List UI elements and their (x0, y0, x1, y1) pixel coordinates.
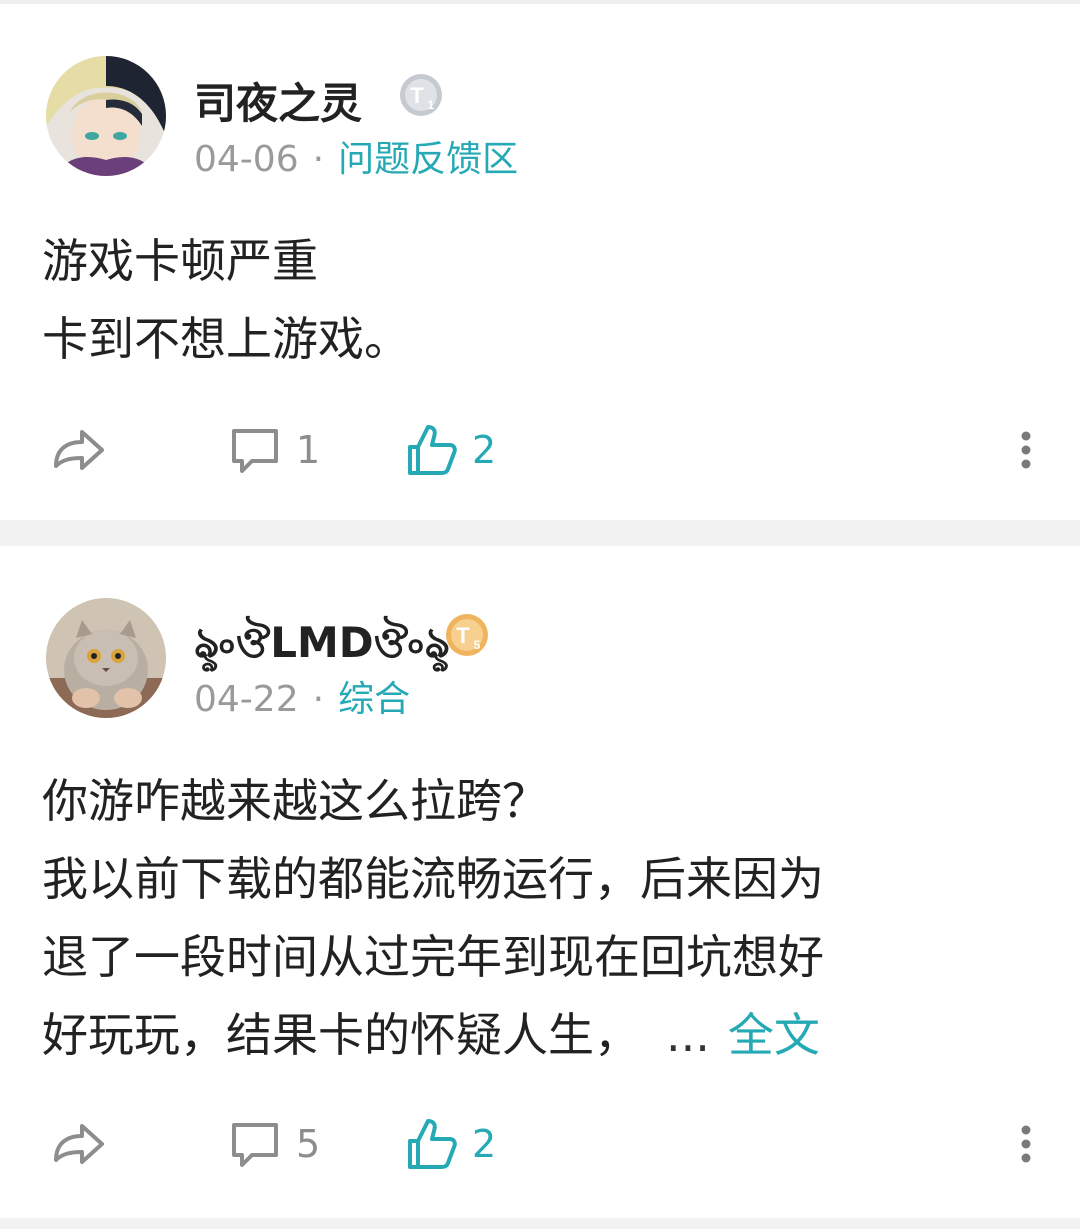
comment-count: 1 (296, 428, 321, 472)
post-card[interactable]: ৡ৹ঔLMDঔ৹ৡ T 5 04-22 · 综合 你游咋越来越这么拉跨？ 我以前下载… (0, 546, 1080, 1218)
content-line: 我以前下载的都能流畅运行，后来因为 (42, 852, 824, 906)
content-line-text: 好玩玩，结果卡的怀疑人生， (42, 1008, 640, 1062)
username[interactable]: 司夜之灵 (194, 70, 362, 131)
svg-text:5: 5 (474, 638, 481, 652)
content-line: 退了一段时间从过完年到现在回坑想好 (42, 930, 824, 984)
post-content[interactable]: 你游咋越来越这么拉跨？ 我以前下载的都能流畅运行，后来因为 退了一段时间从过完年… (42, 762, 1042, 1074)
post-date: 04-06 (194, 139, 299, 180)
comment-icon (232, 1123, 278, 1167)
post-separator (0, 1218, 1080, 1229)
like-button[interactable]: 2 (404, 420, 496, 480)
svg-text:T: T (456, 623, 470, 648)
post-card[interactable]: 司夜之灵 T 1 04-06 · 问题反馈区 游戏卡顿严重 卡到不想上游戏。 1 2 (0, 4, 1080, 520)
content-line: 卡到不想上游戏。 (42, 312, 410, 366)
svg-text:T: T (410, 83, 424, 108)
like-button[interactable]: 2 (404, 1114, 496, 1174)
level-badge-icon: T 5 (444, 612, 490, 658)
category-link[interactable]: 综合 (338, 679, 410, 720)
post-date: 04-22 (194, 679, 299, 720)
like-icon (408, 425, 457, 475)
avatar[interactable] (46, 598, 166, 718)
post-meta: 04-06 · 问题反馈区 (194, 139, 519, 180)
comment-count: 5 (296, 1122, 321, 1166)
comment-button[interactable]: 5 (228, 1114, 320, 1174)
more-icon (1021, 431, 1031, 469)
comment-icon (232, 429, 278, 473)
share-button[interactable] (48, 420, 108, 480)
post-separator (0, 520, 1080, 546)
level-badge-icon: T 1 (398, 72, 444, 118)
post-content[interactable]: 游戏卡顿严重 卡到不想上游戏。 (42, 222, 1042, 378)
share-button[interactable] (48, 1114, 108, 1174)
more-button[interactable] (1014, 420, 1038, 480)
content-line: 游戏卡顿严重 (42, 234, 318, 288)
content-line: 你游咋越来越这么拉跨？ (42, 774, 548, 828)
like-count: 2 (472, 428, 497, 472)
full-text-link[interactable]: 全文 (728, 1008, 820, 1062)
like-icon (408, 1119, 457, 1169)
ellipsis: ... (666, 1008, 710, 1062)
more-button[interactable] (1014, 1114, 1038, 1174)
comment-button[interactable]: 1 (228, 420, 320, 480)
share-icon (54, 430, 104, 470)
like-count: 2 (472, 1122, 497, 1166)
more-icon (1021, 1125, 1031, 1163)
share-icon (54, 1124, 104, 1164)
content-line-last: 好玩玩，结果卡的怀疑人生，... 全文 (42, 996, 1042, 1074)
post-meta: 04-22 · 综合 (194, 679, 411, 720)
category-link[interactable]: 问题反馈区 (338, 139, 518, 180)
avatar[interactable] (46, 56, 166, 176)
svg-text:1: 1 (428, 98, 435, 112)
